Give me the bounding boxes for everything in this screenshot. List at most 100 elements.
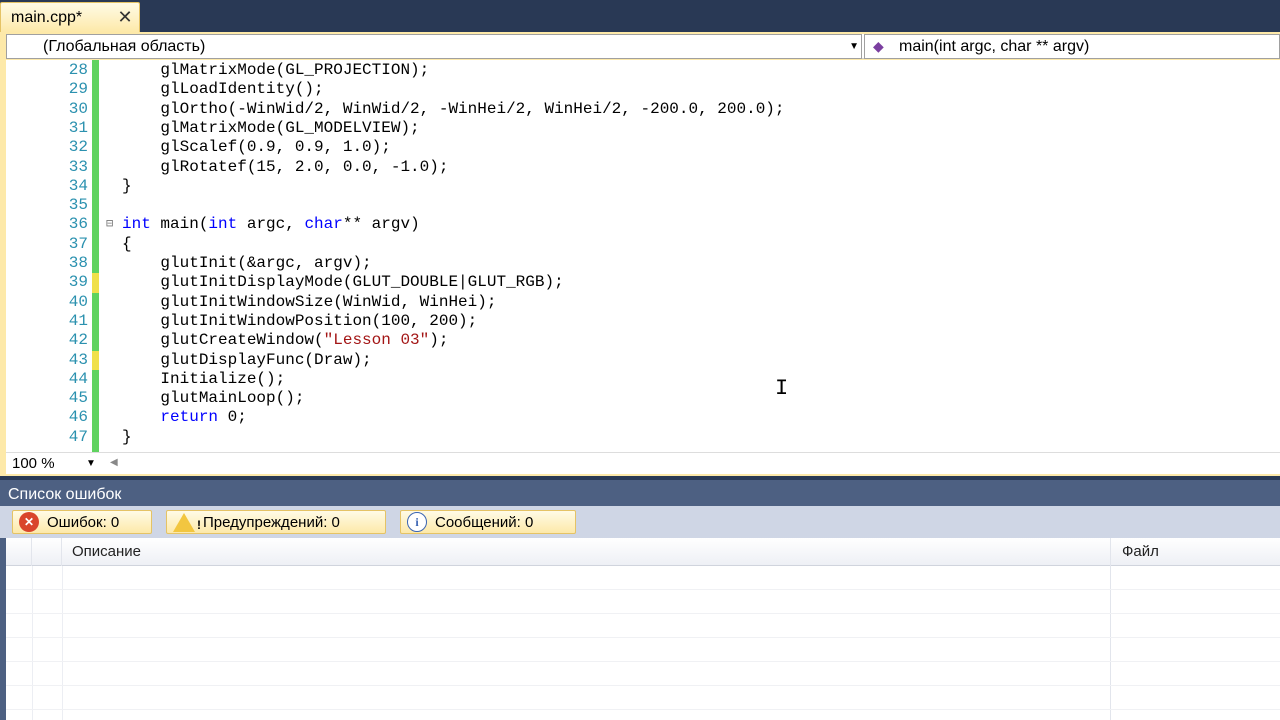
close-icon[interactable]: ✕ [115, 7, 135, 27]
unsaved-change-marker [92, 273, 99, 293]
code-text: Initialize(); [122, 369, 286, 388]
code-line[interactable]: 40 glutInitWindowSize(WinWid, WinHei); [6, 293, 1280, 312]
panel-title: Список ошибок [8, 486, 122, 503]
warnings-count: Предупреждений: 0 [203, 513, 340, 531]
column-header-number[interactable] [32, 538, 62, 566]
line-number: 36 [68, 215, 88, 234]
error-grid: Описание Файл [6, 538, 1280, 720]
line-number: 38 [68, 254, 88, 272]
line-number: 43 [68, 350, 88, 369]
table-row [6, 614, 1280, 638]
code-line[interactable]: 42 glutCreateWindow("Lesson 03"); [6, 331, 1280, 350]
line-number: 31 [68, 118, 88, 137]
code-line[interactable]: 45 glutMainLoop(); [6, 389, 1280, 408]
scroll-left-icon[interactable]: ◀ [110, 457, 118, 468]
code-line[interactable]: 47} [6, 428, 1280, 447]
line-number: 47 [68, 427, 88, 446]
code-text: glMatrixMode(GL_MODELVIEW); [122, 118, 420, 137]
code-line[interactable]: 38 glutInit(&argc, argv); [6, 254, 1280, 273]
column-header-description[interactable]: Описание [72, 543, 141, 560]
tab-main-cpp[interactable]: main.cpp* ✕ [0, 2, 140, 32]
error-icon: ✕ [19, 512, 39, 532]
info-icon: i [407, 512, 427, 532]
code-line[interactable]: 28 glMatrixMode(GL_PROJECTION); [6, 61, 1280, 80]
errors-filter-button[interactable]: ✕ Ошибок: 0 [12, 510, 152, 534]
zoom-level[interactable]: 100 % [12, 455, 55, 472]
code-text: glutMainLoop(); [122, 389, 305, 408]
code-text: int main(int argc, char** argv) [122, 215, 420, 234]
warnings-filter-button[interactable]: ! Предупреждений: 0 [166, 510, 386, 534]
line-number: 46 [68, 408, 88, 427]
warning-icon: ! [173, 512, 201, 532]
messages-filter-button[interactable]: i Сообщений: 0 [400, 510, 576, 534]
code-line[interactable]: 30 glOrtho(-WinWid/2, WinWid/2, -WinHei/… [6, 100, 1280, 119]
code-line[interactable]: 44 Initialize(); [6, 370, 1280, 389]
code-line[interactable]: 35 [6, 196, 1280, 215]
code-text: glOrtho(-WinWid/2, WinWid/2, -WinHei/2, … [122, 99, 785, 118]
code-line[interactable]: 33 glRotatef(15, 2.0, 0.0, -1.0); [6, 158, 1280, 177]
line-number: 33 [68, 157, 88, 176]
member-dropdown[interactable]: ◆ main(int argc, char ** argv) [864, 34, 1280, 59]
code-text: glutDisplayFunc(Draw); [122, 350, 372, 369]
code-text: } [122, 176, 132, 195]
code-text: glutInitWindowSize(WinWid, WinHei); [122, 292, 497, 311]
scope-dropdown[interactable]: (Глобальная область) ▼ [6, 34, 862, 59]
code-text: glRotatef(15, 2.0, 0.0, -1.0); [122, 157, 449, 176]
code-text: glutInitDisplayMode(GLUT_DOUBLE|GLUT_RGB… [122, 273, 564, 292]
line-number: 44 [68, 369, 88, 388]
line-number: 32 [68, 138, 88, 157]
code-text: glLoadIdentity(); [122, 80, 324, 99]
code-line[interactable]: 29 glLoadIdentity(); [6, 80, 1280, 99]
errors-count: Ошибок: 0 [47, 513, 120, 531]
line-number: 41 [68, 311, 88, 330]
navigation-bar: (Глобальная область) ▼ ◆ main(int argc, … [6, 34, 1280, 59]
ibeam-cursor-icon: I [775, 376, 789, 401]
code-text: } [122, 427, 132, 446]
code-text: return 0; [160, 408, 247, 427]
tab-title: main.cpp* [11, 8, 83, 26]
table-row [6, 590, 1280, 614]
messages-count: Сообщений: 0 [435, 513, 534, 531]
code-line[interactable]: 41 glutInitWindowPosition(100, 200); [6, 312, 1280, 331]
line-number: 39 [68, 273, 88, 292]
code-line[interactable]: 46 return 0; [6, 408, 1280, 427]
line-number: 37 [68, 234, 88, 253]
code-line[interactable]: 43 glutDisplayFunc(Draw); [6, 350, 1280, 370]
code-line[interactable]: 31 glMatrixMode(GL_MODELVIEW); [6, 119, 1280, 138]
code-text: glutInit(&argc, argv); [122, 254, 372, 272]
chevron-down-icon[interactable]: ▼ [849, 41, 859, 52]
code-line[interactable]: 36 ⊟ int main(int argc, char** argv) [6, 215, 1280, 234]
zoom-bar: 100 % ▼ ◀ [6, 452, 1280, 474]
code-text: { [122, 234, 132, 253]
collapse-icon[interactable]: ⊟ [106, 215, 116, 234]
code-line[interactable]: 37 { [6, 235, 1280, 254]
tab-strip: main.cpp* ✕ [0, 0, 1280, 32]
table-row [6, 662, 1280, 686]
method-icon: ◆ [873, 38, 884, 54]
column-header-file[interactable]: Файл [1122, 543, 1159, 560]
error-filter-bar: ✕ Ошибок: 0 ! Предупреждений: 0 i Сообще… [0, 506, 1280, 538]
table-row [6, 566, 1280, 590]
line-number: 42 [68, 331, 88, 350]
chevron-down-icon[interactable]: ▼ [86, 458, 96, 469]
grid-header: Описание Файл [6, 538, 1280, 566]
line-number: 45 [68, 389, 88, 408]
code-area[interactable]: 28 glMatrixMode(GL_PROJECTION); 29 glLoad… [6, 60, 1280, 452]
code-line[interactable]: 34} [6, 177, 1280, 196]
table-row [6, 638, 1280, 662]
member-value: main(int argc, char ** argv) [899, 38, 1090, 55]
error-list-panel: Список ошибок ✕ Ошибок: 0 ! Предупрежден… [0, 480, 1280, 720]
code-editor: (Глобальная область) ▼ ◆ main(int argc, … [0, 32, 1280, 476]
code-line[interactable]: 32 glScalef(0.9, 0.9, 1.0); [6, 138, 1280, 157]
column-header-icon[interactable] [6, 538, 32, 566]
table-row [6, 686, 1280, 710]
unsaved-change-marker [92, 350, 99, 370]
code-text: glutInitWindowPosition(100, 200); [122, 311, 478, 330]
code-text: glScalef(0.9, 0.9, 1.0); [122, 138, 391, 157]
code-text: glMatrixMode(GL_PROJECTION); [122, 61, 430, 79]
line-number: 40 [68, 292, 88, 311]
line-number: 28 [68, 61, 88, 79]
code-text: glutCreateWindow("Lesson 03"); [122, 331, 449, 350]
line-number: 34 [68, 176, 88, 195]
code-line[interactable]: 39 glutInitDisplayMode(GLUT_DOUBLE|GLUT_… [6, 273, 1280, 293]
